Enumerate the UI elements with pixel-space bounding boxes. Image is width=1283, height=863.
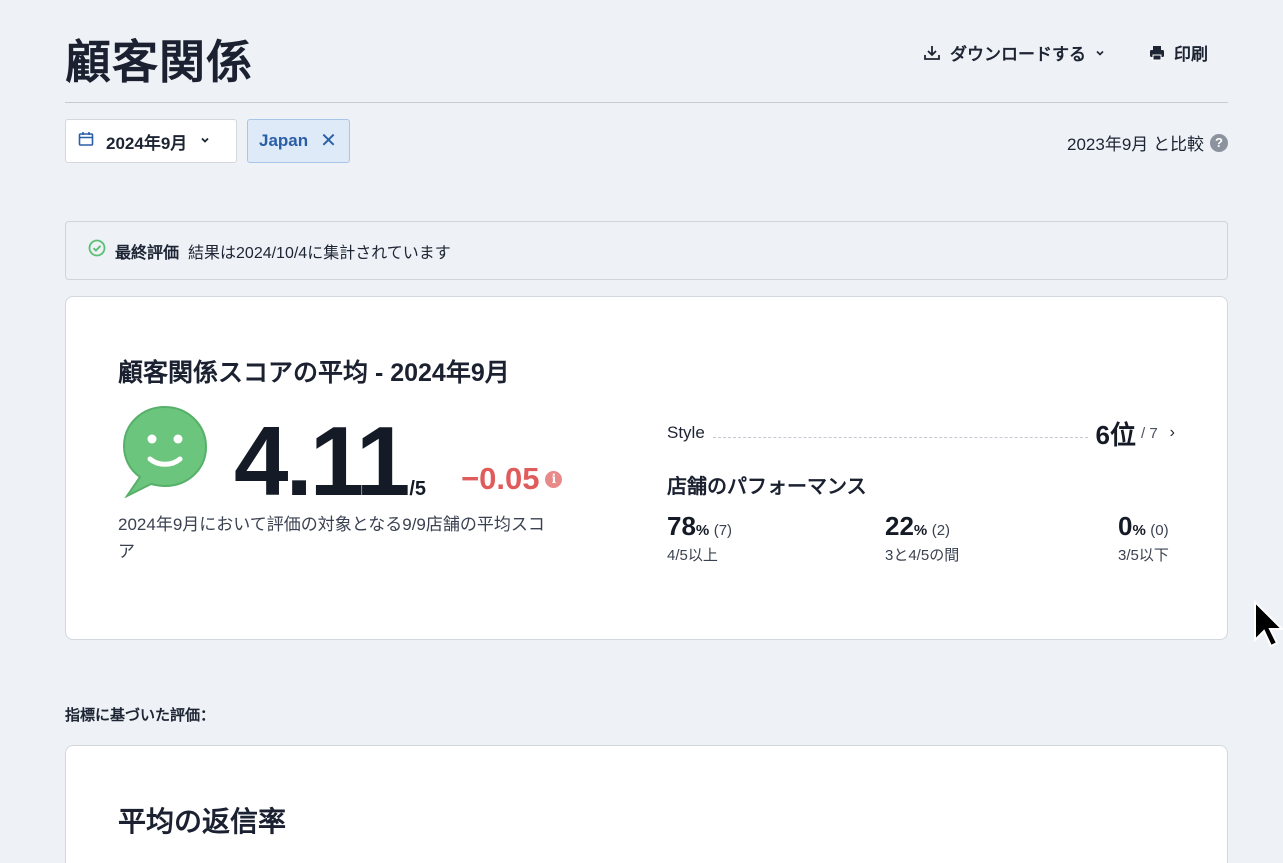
customer-relations-page: 顧客関係 ダウンロードする 印刷 2024年9月 Japan ✕ 2023年9月… bbox=[0, 0, 1283, 863]
stat-label: 3/5以下 bbox=[1118, 547, 1169, 564]
average-score: 4.11 /5 bbox=[234, 405, 426, 518]
final-rating-notice: 最終評価 結果は2024/10/4に集計されています bbox=[65, 221, 1228, 280]
response-rate-card: 平均の返信率 bbox=[65, 745, 1228, 863]
ranking-label: Style bbox=[667, 423, 705, 442]
header-divider bbox=[65, 102, 1228, 103]
performance-stat-low: 0% (0) 3/5以下 bbox=[1118, 511, 1169, 565]
ranking-total: / 7 bbox=[1140, 424, 1158, 442]
date-picker[interactable]: 2024年9月 bbox=[65, 119, 237, 163]
stat-value: 78 bbox=[667, 511, 696, 541]
ranking-leader-line bbox=[712, 436, 1088, 438]
stat-label: 3と4/5の間 bbox=[885, 547, 960, 564]
print-label: 印刷 bbox=[1174, 45, 1208, 64]
store-performance-title: 店舗のパフォーマンス bbox=[667, 476, 867, 498]
download-icon bbox=[922, 43, 942, 63]
notice-text: 結果は2024/10/4に集計されています bbox=[188, 244, 451, 262]
stat-count: (0) bbox=[1150, 522, 1169, 539]
info-icon[interactable]: i bbox=[545, 470, 563, 488]
notice-title: 最終評価 bbox=[115, 244, 180, 262]
average-score-card: 顧客関係スコアの平均 - 2024年9月 4.11 /5 −0.05 i 202… bbox=[65, 296, 1228, 640]
score-delta: −0.05 bbox=[461, 461, 540, 496]
header-actions: ダウンロードする 印刷 bbox=[922, 40, 1208, 65]
chevron-down-icon bbox=[199, 131, 211, 151]
ranking-value: 6位 bbox=[1095, 419, 1136, 450]
stat-count: (7) bbox=[713, 522, 733, 539]
stat-value: 22 bbox=[885, 511, 914, 541]
stat-percent: % bbox=[913, 522, 928, 539]
comparison-text: 2023年9月 と比較 bbox=[1067, 135, 1204, 154]
comparison-period: 2023年9月 と比較 ? bbox=[1067, 130, 1228, 155]
download-label: ダウンロードする bbox=[950, 45, 1086, 64]
location-filter-chip: Japan ✕ bbox=[247, 119, 350, 163]
ranking-row[interactable]: Style 6位 / 7 › bbox=[667, 415, 1175, 451]
smiley-speech-bubble-icon bbox=[121, 404, 209, 503]
chevron-right-icon[interactable]: › bbox=[1170, 424, 1175, 442]
help-icon[interactable]: ? bbox=[1210, 133, 1228, 152]
calendar-icon bbox=[78, 131, 94, 152]
chevron-down-icon bbox=[1094, 47, 1106, 59]
check-circle-icon bbox=[88, 239, 106, 262]
date-picker-value: 2024年9月 bbox=[106, 133, 188, 153]
score-description: 2024年9月において評価の対象となる9/9店舗の平均スコア bbox=[118, 515, 545, 561]
mouse-cursor-icon bbox=[1253, 599, 1283, 653]
filter-chip-label: Japan bbox=[259, 131, 309, 150]
stat-percent: % bbox=[695, 522, 710, 539]
stat-count: (2) bbox=[931, 522, 951, 539]
page-title: 顧客関係 bbox=[65, 36, 253, 88]
score-change: −0.05 i bbox=[461, 461, 563, 497]
download-button[interactable]: ダウンロードする bbox=[922, 40, 1106, 65]
card-title: 顧客関係スコアの平均 - 2024年9月 bbox=[118, 359, 510, 387]
performance-stat-high: 78% (7) 4/5以上 bbox=[667, 511, 732, 565]
metrics-section-label: 指標に基づいた評価： bbox=[65, 707, 216, 724]
stat-value: 0 bbox=[1118, 511, 1133, 541]
card-title: 平均の返信率 bbox=[118, 806, 287, 837]
print-button[interactable]: 印刷 bbox=[1148, 40, 1208, 65]
stat-percent: % bbox=[1132, 522, 1146, 539]
stat-label: 4/5以上 bbox=[667, 547, 718, 564]
performance-stat-mid: 22% (2) 3と4/5の間 bbox=[885, 511, 959, 565]
close-icon[interactable]: ✕ bbox=[320, 131, 337, 151]
score-value: 4.11 bbox=[234, 406, 410, 516]
printer-icon bbox=[1148, 44, 1166, 62]
score-max: /5 bbox=[409, 478, 427, 500]
